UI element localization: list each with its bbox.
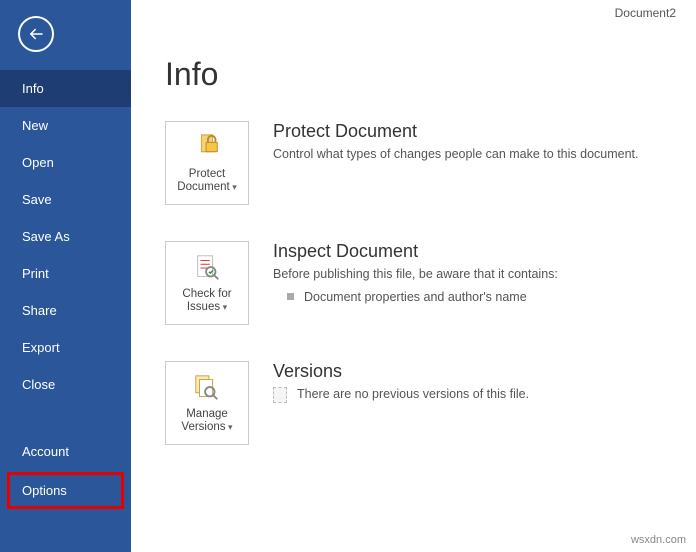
inspect-bullet-text: Document properties and author's name xyxy=(304,290,527,304)
sidebar-item-options[interactable]: Options xyxy=(7,472,124,509)
backstage-sidebar: Info New Open Save Save As Print Share E… xyxy=(0,0,131,552)
protect-tile-label: Protect Document xyxy=(170,168,244,194)
section-protect: Protect Document Protect Document Contro… xyxy=(165,121,662,205)
document-name: Document2 xyxy=(615,6,676,20)
section-versions: Manage Versions Versions There are no pr… xyxy=(165,361,662,445)
sidebar-item-save-as[interactable]: Save As xyxy=(0,218,131,255)
sidebar-item-save[interactable]: Save xyxy=(0,181,131,218)
bullet-square-icon xyxy=(287,293,294,300)
protect-heading: Protect Document xyxy=(273,121,639,142)
sidebar-item-account[interactable]: Account xyxy=(0,433,131,470)
versions-tile-label: Manage Versions xyxy=(170,408,244,434)
sidebar-item-open[interactable]: Open xyxy=(0,144,131,181)
check-for-issues-tile[interactable]: Check for Issues xyxy=(165,241,249,325)
document-inspect-icon xyxy=(191,252,223,284)
document-versions-icon xyxy=(191,372,223,404)
watermark: wsxdn.com xyxy=(631,534,686,546)
sidebar-item-export[interactable]: Export xyxy=(0,329,131,366)
inspect-desc: Before publishing this file, be aware th… xyxy=(273,266,558,284)
main-panel: Document2 Info Protect Document Protect … xyxy=(131,0,696,552)
sidebar-item-close[interactable]: Close xyxy=(0,366,131,403)
versions-heading: Versions xyxy=(273,361,529,382)
protect-desc: Control what types of changes people can… xyxy=(273,146,639,164)
sidebar-item-new[interactable]: New xyxy=(0,107,131,144)
back-button[interactable] xyxy=(18,16,54,52)
manage-versions-tile[interactable]: Manage Versions xyxy=(165,361,249,445)
arrow-left-icon xyxy=(27,25,45,43)
sidebar-item-print[interactable]: Print xyxy=(0,255,131,292)
versions-desc: There are no previous versions of this f… xyxy=(297,386,529,404)
version-file-icon xyxy=(273,387,287,403)
lock-shield-icon xyxy=(191,132,223,164)
page-title: Info xyxy=(165,56,662,93)
inspect-bullet: Document properties and author's name xyxy=(287,290,558,304)
inspect-heading: Inspect Document xyxy=(273,241,558,262)
inspect-tile-label: Check for Issues xyxy=(170,288,244,314)
sidebar-item-share[interactable]: Share xyxy=(0,292,131,329)
sidebar-item-info[interactable]: Info xyxy=(0,70,131,107)
protect-document-tile[interactable]: Protect Document xyxy=(165,121,249,205)
section-inspect: Check for Issues Inspect Document Before… xyxy=(165,241,662,325)
